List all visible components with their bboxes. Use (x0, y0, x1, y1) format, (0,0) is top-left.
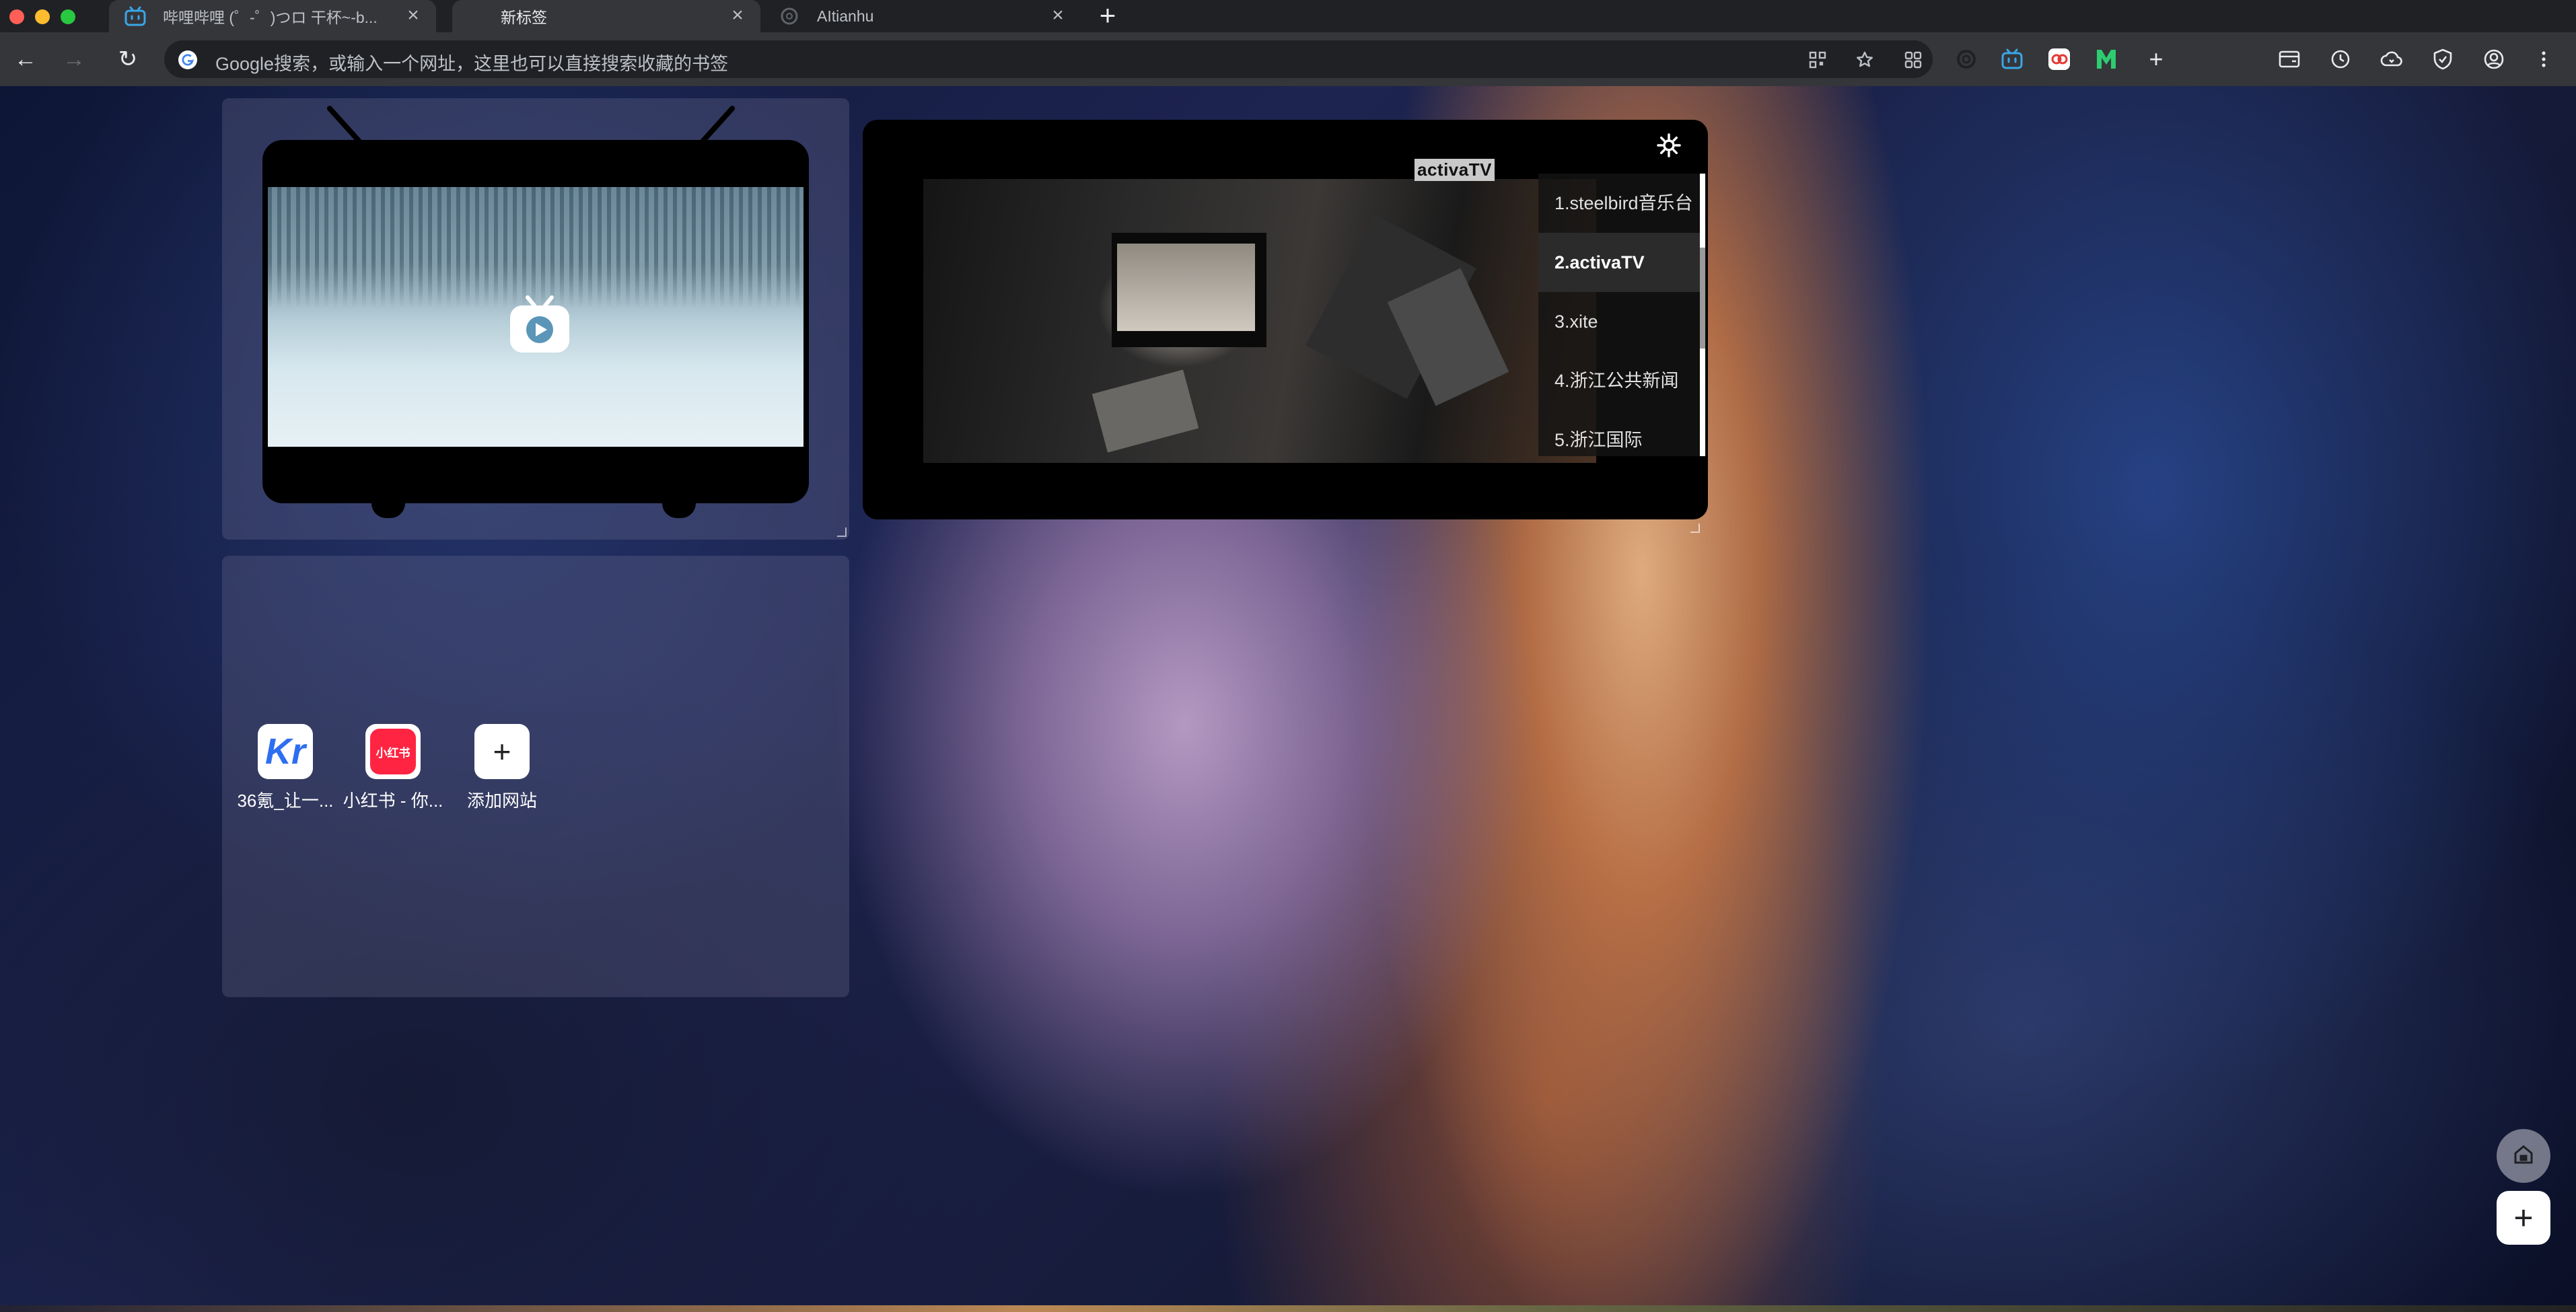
shortcut-36kr[interactable]: Kr 36氪_让一... (231, 724, 339, 818)
tab-aitianhu[interactable]: AItianhu × (763, 0, 1081, 32)
bilibili-icon[interactable] (2000, 47, 2024, 71)
tv-widget[interactable] (262, 140, 809, 503)
m-green-icon[interactable] (2094, 47, 2118, 71)
resize-handle[interactable] (1690, 523, 1700, 533)
channel-item[interactable]: 1.steelbird音乐台 (1538, 174, 1701, 233)
tv-channel-widget: activaTV 1.steelbird音乐台 2.activaTV 3.xit… (863, 120, 1708, 519)
tab-bilibili[interactable]: 哔哩哔哩 (゜-゜)つロ 干杯~-b... × (109, 0, 436, 32)
xiaohongshu-icon: 小红书 (365, 724, 421, 779)
channel-video[interactable] (923, 179, 1596, 463)
video-frame (268, 187, 803, 308)
36kr-icon: Kr (258, 724, 313, 779)
menu-icon[interactable] (2532, 47, 2556, 71)
address-placeholder: Google搜索，或输入一个网址，这里也可以直接搜索收藏的书签 (215, 54, 729, 74)
channel-logo: activaTV (1415, 159, 1495, 181)
channel-item[interactable]: 3.xite (1538, 292, 1701, 351)
scrollbar-thumb[interactable] (1700, 248, 1705, 349)
plus-icon: + (474, 724, 530, 779)
address-bar[interactable]: Google搜索，或输入一个网址，这里也可以直接搜索收藏的书签 (164, 40, 1933, 78)
apps-grid-icon[interactable] (1903, 50, 1923, 70)
channel-list: 1.steelbird音乐台 2.activaTV 3.xite 4.浙江公共新… (1538, 174, 1707, 456)
plus-icon: + (2513, 1199, 2534, 1237)
close-tab-icon[interactable]: × (729, 5, 746, 26)
bilibili-icon (124, 5, 147, 28)
shield-icon[interactable] (2431, 47, 2455, 71)
forward-button[interactable]: → (59, 44, 89, 74)
tab-title: 新标签 (501, 9, 547, 26)
channel-scrollbar[interactable] (1700, 174, 1705, 456)
new-tab-page: activaTV 1.steelbird音乐台 2.activaTV 3.xit… (0, 86, 2576, 1312)
cloud-download-icon[interactable] (2380, 47, 2404, 71)
reload-button[interactable]: ↻ (113, 44, 143, 74)
close-tab-icon[interactable]: × (405, 5, 421, 26)
tab-bar: 哔哩哔哩 (゜-゜)つロ 干杯~-b... × 新标签 × AItianhu ×… (0, 0, 2576, 32)
close-tab-icon[interactable]: × (1050, 5, 1066, 26)
resize-handle[interactable] (837, 527, 847, 537)
openai-icon[interactable] (1954, 47, 1978, 71)
redirect-icon[interactable] (2047, 47, 2071, 71)
add-widget-button[interactable]: + (2497, 1191, 2550, 1245)
add-shortcut-button[interactable]: + 添加网站 (448, 724, 556, 818)
channel-item[interactable]: 4.浙江公共新闻 (1538, 351, 1701, 410)
video-frame (1112, 233, 1266, 347)
shortcut-label: 添加网站 (466, 791, 537, 811)
history-icon[interactable] (2328, 47, 2353, 71)
reading-list-icon[interactable] (2277, 47, 2301, 71)
browser-window: 哔哩哔哩 (゜-゜)つロ 干杯~-b... × 新标签 × AItianhu ×… (0, 0, 2576, 1312)
gear-icon[interactable] (1655, 132, 1682, 159)
tab-title: AItianhu (817, 7, 874, 25)
openai-icon (778, 5, 801, 28)
maximize-window-button[interactable] (61, 9, 75, 24)
profile-icon[interactable] (2482, 47, 2506, 71)
close-window-button[interactable] (9, 9, 24, 24)
back-button[interactable]: ← (11, 44, 40, 74)
new-tab-button[interactable]: + (1093, 1, 1122, 30)
bookmark-star-icon[interactable] (1855, 50, 1875, 70)
tab-title: 哔哩哔哩 (゜-゜)つロ 干杯~-b... (163, 9, 378, 26)
tv-screen[interactable] (268, 187, 803, 447)
add-extension-icon[interactable]: + (2144, 47, 2168, 71)
tab-new-tab[interactable]: 新标签 × (452, 0, 760, 32)
channel-item[interactable]: 5.浙江国际 (1538, 410, 1701, 470)
shortcut-label: 36氪_让一... (237, 791, 334, 811)
shortcut-xiaohongshu[interactable]: 小红书 小红书 - 你... (339, 724, 447, 818)
toolbar: ← → ↻ Google搜索，或输入一个网址，这里也可以直接搜索收藏的书签 + (0, 32, 2576, 86)
bilibili-tv-icon[interactable] (507, 295, 572, 355)
google-icon (178, 50, 198, 70)
shortcut-label: 小红书 - 你... (343, 791, 443, 811)
minimize-window-button[interactable] (35, 9, 50, 24)
home-icon (2511, 1142, 2536, 1170)
home-button[interactable] (2497, 1129, 2550, 1183)
bottom-edge (0, 1305, 2576, 1312)
qr-code-icon[interactable] (1808, 50, 1828, 70)
channel-item-active[interactable]: 2.activaTV (1538, 233, 1701, 292)
